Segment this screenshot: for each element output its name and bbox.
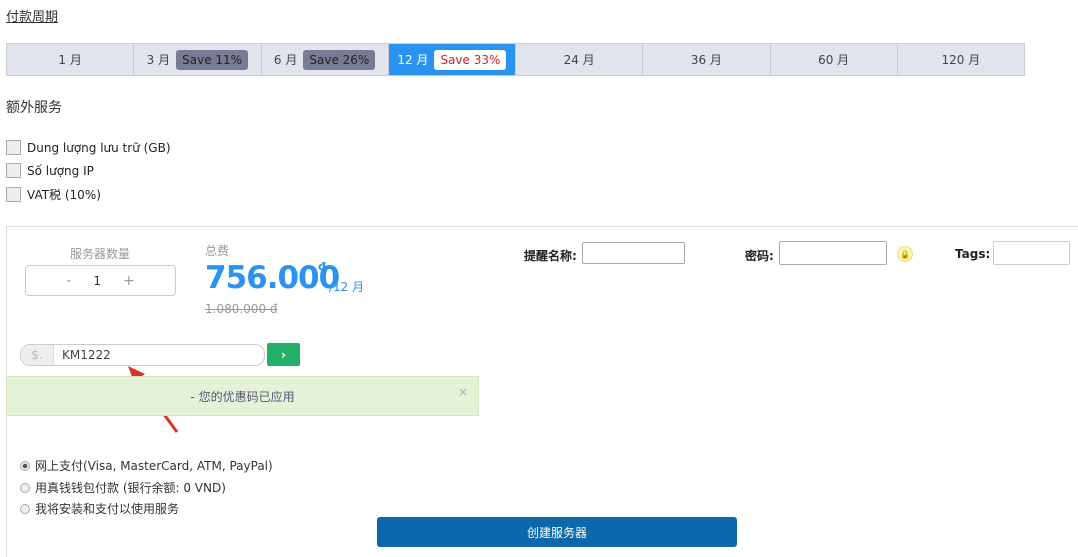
original-price: 1.080.000 đ bbox=[205, 302, 278, 316]
billing-cycle-tabs: 1 月 3 月 Save 11% 6 月 Save 26% 12 月 Save 33%… bbox=[6, 43, 1025, 76]
save-badge: Save 33% bbox=[434, 49, 507, 70]
tab-36-months[interactable]: 36 月 bbox=[643, 44, 771, 75]
checkbox-icon[interactable] bbox=[6, 187, 21, 202]
currency-symbol: đ bbox=[318, 260, 326, 273]
total-label: 总费 bbox=[205, 244, 230, 258]
coupon-input[interactable] bbox=[54, 347, 254, 363]
password-input[interactable] bbox=[779, 241, 887, 265]
checkbox-label: VAT税 (10%) bbox=[27, 188, 101, 202]
billing-cycle-title[interactable]: 付款周期 bbox=[6, 6, 58, 25]
tab-6-months[interactable]: 6 月 Save 26% bbox=[262, 44, 389, 75]
dollar-icon: $. bbox=[21, 345, 54, 365]
radio-label: 用真钱钱包付款 (银行余额: 0 VND) bbox=[35, 481, 226, 495]
tab-label: 3 月 bbox=[146, 53, 171, 67]
checkbox-label: Số lượng IP bbox=[27, 163, 94, 178]
quantity-label: 服务器数量 bbox=[70, 247, 131, 261]
password-label: 密码: bbox=[745, 249, 774, 263]
tab-label: 60 月 bbox=[818, 53, 850, 67]
tab-label: 12 月 bbox=[397, 53, 429, 67]
tab-120-months[interactable]: 120 月 bbox=[898, 44, 1024, 75]
radio-label: 网上支付(Visa, MasterCard, ATM, PayPal) bbox=[35, 459, 273, 473]
payment-wallet-radio[interactable]: 用真钱钱包付款 (银行余额: 0 VND) bbox=[20, 479, 226, 496]
decrement-button[interactable]: - bbox=[66, 273, 71, 289]
ip-checkbox[interactable]: Số lượng IP bbox=[6, 163, 94, 178]
create-server-button[interactable]: 创建服务器 bbox=[377, 517, 737, 547]
increment-button[interactable]: + bbox=[123, 273, 135, 289]
apply-coupon-button[interactable]: › bbox=[267, 343, 300, 366]
payment-later-radio[interactable]: 我将安装和支付以使用服务 bbox=[20, 500, 179, 517]
radio-label: 我将安装和支付以使用服务 bbox=[35, 502, 180, 516]
extra-services-title: 额外服务 bbox=[6, 100, 62, 116]
tab-label: 120 月 bbox=[941, 53, 981, 67]
lock-icon[interactable]: 🔒 bbox=[897, 246, 913, 262]
tab-label: 36 月 bbox=[690, 53, 722, 67]
tab-60-months[interactable]: 60 月 bbox=[771, 44, 898, 75]
checkbox-icon[interactable] bbox=[6, 163, 21, 178]
radio-icon[interactable] bbox=[20, 482, 30, 493]
reminder-name-label: 提醒名称: bbox=[524, 249, 577, 263]
save-badge: Save 11% bbox=[176, 49, 249, 70]
tab-3-months[interactable]: 3 月 Save 11% bbox=[134, 44, 262, 75]
tab-24-months[interactable]: 24 月 bbox=[516, 44, 644, 75]
tags-label: Tags: bbox=[955, 247, 991, 261]
quantity-value[interactable]: 1 bbox=[93, 274, 101, 288]
storage-checkbox[interactable]: Dung lượng lưu trữ (GB) bbox=[6, 140, 171, 155]
radio-icon[interactable] bbox=[20, 460, 30, 471]
tab-1-month[interactable]: 1 月 bbox=[7, 44, 135, 75]
billing-period: /12 月 bbox=[329, 280, 365, 294]
alert-message: - 您的优惠码已应用 bbox=[190, 389, 295, 404]
tab-label: 1 月 bbox=[58, 53, 82, 67]
coupon-field[interactable]: $. bbox=[20, 344, 265, 366]
payment-online-radio[interactable]: 网上支付(Visa, MasterCard, ATM, PayPal) bbox=[20, 457, 273, 474]
tab-label: 24 月 bbox=[563, 53, 595, 67]
tab-label: 6 月 bbox=[273, 53, 298, 67]
vat-checkbox[interactable]: VAT税 (10%) bbox=[6, 186, 101, 203]
tags-input[interactable] bbox=[993, 241, 1070, 265]
coupon-applied-alert: - 您的优惠码已应用 × bbox=[6, 376, 479, 416]
checkbox-icon[interactable] bbox=[6, 140, 21, 155]
radio-icon[interactable] bbox=[20, 503, 30, 514]
close-icon[interactable]: × bbox=[458, 385, 468, 399]
checkbox-label: Dung lượng lưu trữ (GB) bbox=[27, 140, 171, 155]
tab-12-months[interactable]: 12 月 Save 33% bbox=[388, 44, 516, 75]
reminder-name-input[interactable] bbox=[582, 242, 685, 264]
save-badge: Save 26% bbox=[303, 49, 376, 70]
quantity-stepper[interactable]: - 1 + bbox=[25, 265, 176, 296]
